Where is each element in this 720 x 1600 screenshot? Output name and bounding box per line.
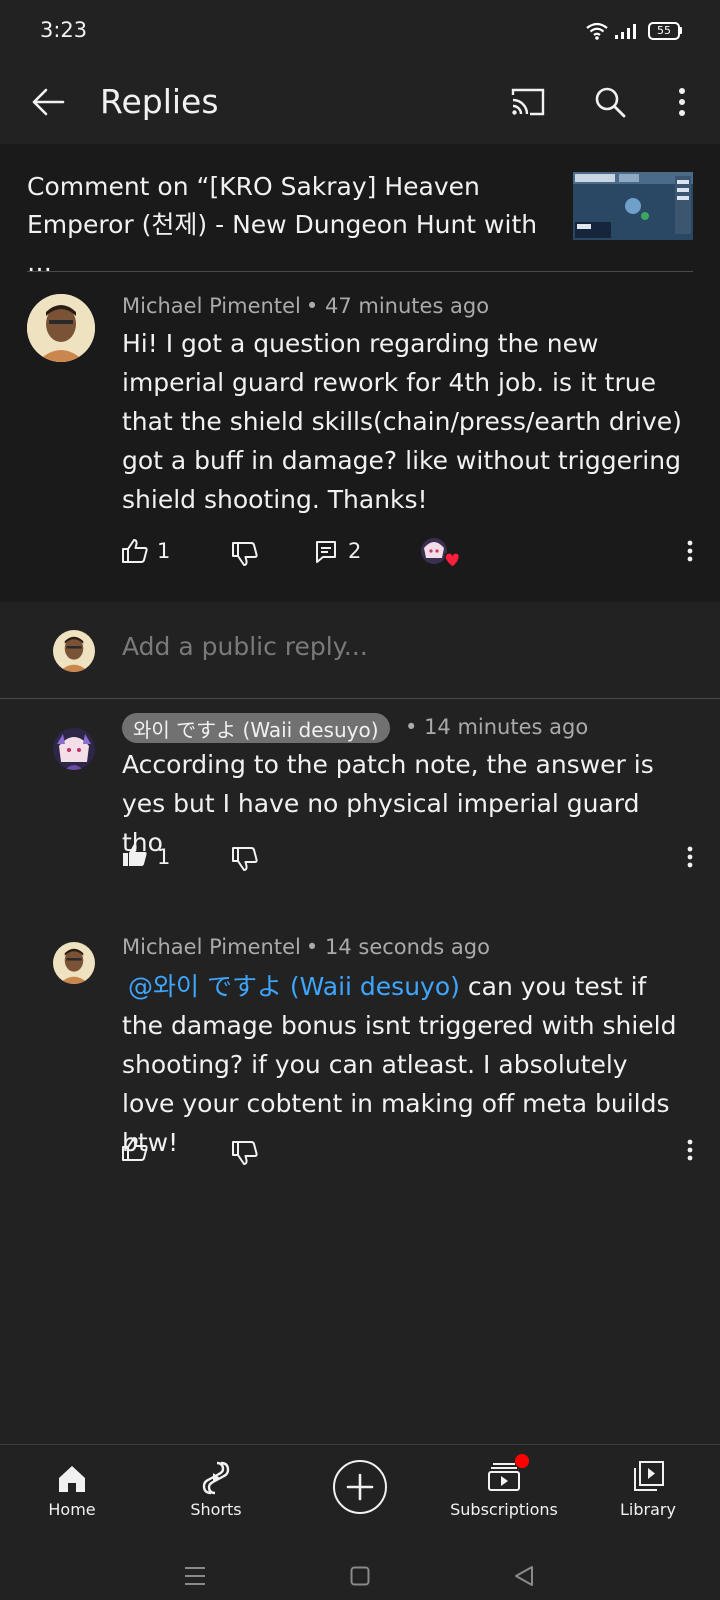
author-name: 와이 ですよ (Waii desuyo)	[133, 717, 379, 742]
thumbs-up-filled-icon[interactable]	[120, 840, 150, 870]
bottom-navigation: Home Shorts Subscriptions Library	[0, 1444, 720, 1600]
like-count: 1	[157, 539, 171, 563]
meta-separator: •	[405, 715, 425, 739]
page-title: Replies	[100, 82, 219, 121]
search-icon[interactable]	[590, 82, 630, 122]
battery-icon: 55	[648, 22, 682, 40]
author-name[interactable]: Michael Pimentel	[122, 935, 301, 959]
comment-text: According to the patch note, the answer …	[122, 750, 654, 857]
like-count: 1	[157, 845, 171, 869]
nav-item-home[interactable]: Home	[2, 1454, 142, 1524]
comment-time: 14 seconds ago	[324, 935, 490, 959]
meta-separator: •	[305, 935, 325, 959]
avatar[interactable]	[53, 728, 95, 770]
nav-label-home: Home	[48, 1500, 96, 1519]
nav-label-shorts: Shorts	[190, 1500, 242, 1519]
signal-icon	[614, 22, 638, 40]
comment-meta: • 14 minutes ago	[405, 715, 588, 739]
video-context-title[interactable]: Comment on “[KRO Sakray] Heaven Emperor …	[27, 168, 557, 282]
thumbs-up-icon[interactable]	[120, 536, 150, 566]
back-triangle-icon[interactable]	[514, 1565, 534, 1587]
author-name[interactable]: Michael Pimentel	[122, 294, 301, 318]
more-vertical-icon[interactable]	[662, 82, 702, 122]
comment-menu-icon[interactable]	[676, 842, 704, 872]
battery-level: 55	[657, 24, 671, 37]
wifi-icon	[585, 22, 609, 40]
reply-count: 2	[348, 539, 362, 563]
back-arrow-icon[interactable]	[28, 82, 68, 122]
create-button[interactable]	[333, 1460, 387, 1514]
nav-item-library[interactable]: Library	[578, 1454, 718, 1524]
cast-icon[interactable]	[508, 82, 548, 122]
plus-icon	[346, 1473, 374, 1501]
home-square-icon[interactable]	[350, 1566, 370, 1586]
nav-item-shorts[interactable]: Shorts	[146, 1454, 286, 1524]
comment-time: 47 minutes ago	[324, 294, 490, 318]
thumbs-down-icon[interactable]	[230, 844, 260, 874]
subscriptions-icon	[487, 1462, 521, 1492]
thumbs-down-icon[interactable]	[230, 539, 260, 569]
comment-meta: Michael Pimentel • 14 seconds ago	[122, 935, 490, 959]
reply-item: Michael Pimentel • 14 seconds ago @와이 です…	[0, 920, 720, 1180]
creator-heart-icon	[420, 536, 460, 572]
divider	[0, 698, 720, 699]
avatar[interactable]	[27, 294, 95, 362]
video-thumbnail[interactable]	[573, 172, 693, 240]
comment-time: 14 minutes ago	[424, 715, 589, 739]
divider	[27, 271, 693, 272]
avatar	[53, 630, 95, 672]
menu-icon[interactable]	[184, 1566, 206, 1586]
reply-item: 와이 ですよ (Waii desuyo) • 14 minutes ago Ac…	[0, 700, 720, 900]
comment-text: Hi! I got a question regarding the new i…	[122, 329, 682, 514]
shorts-icon	[201, 1460, 231, 1496]
comment-menu-icon[interactable]	[676, 536, 704, 566]
comment-menu-icon[interactable]	[676, 1135, 704, 1165]
thumbs-down-icon[interactable]	[230, 1138, 260, 1168]
top-comment-section: Comment on “[KRO Sakray] Heaven Emperor …	[0, 144, 720, 602]
reply-box: Add a public reply...	[0, 602, 720, 699]
reply-comment-icon[interactable]	[312, 538, 340, 566]
meta-separator: •	[305, 294, 325, 318]
avatar[interactable]	[53, 942, 95, 984]
comment-text: @와이 ですよ (Waii desuyo) can you test if the…	[122, 967, 687, 1162]
top-app-bar: Replies	[0, 62, 720, 144]
nav-label-library: Library	[620, 1500, 676, 1519]
status-bar: 3:23 55	[0, 0, 720, 62]
comment-meta: Michael Pimentel • 47 minutes ago	[122, 294, 489, 318]
library-icon	[633, 1460, 665, 1492]
status-time: 3:23	[40, 18, 88, 42]
mention-link[interactable]: @와이 ですよ (Waii desuyo)	[122, 972, 468, 1001]
home-icon	[57, 1464, 87, 1494]
nav-item-subscriptions[interactable]: Subscriptions	[434, 1454, 574, 1524]
thumbs-up-icon[interactable]	[120, 1134, 150, 1164]
notification-dot	[515, 1454, 529, 1468]
divider	[0, 1444, 720, 1445]
nav-label-subscriptions: Subscriptions	[450, 1500, 558, 1519]
reply-input[interactable]: Add a public reply...	[122, 632, 682, 661]
channel-owner-badge[interactable]: 와이 ですよ (Waii desuyo)	[122, 713, 390, 743]
